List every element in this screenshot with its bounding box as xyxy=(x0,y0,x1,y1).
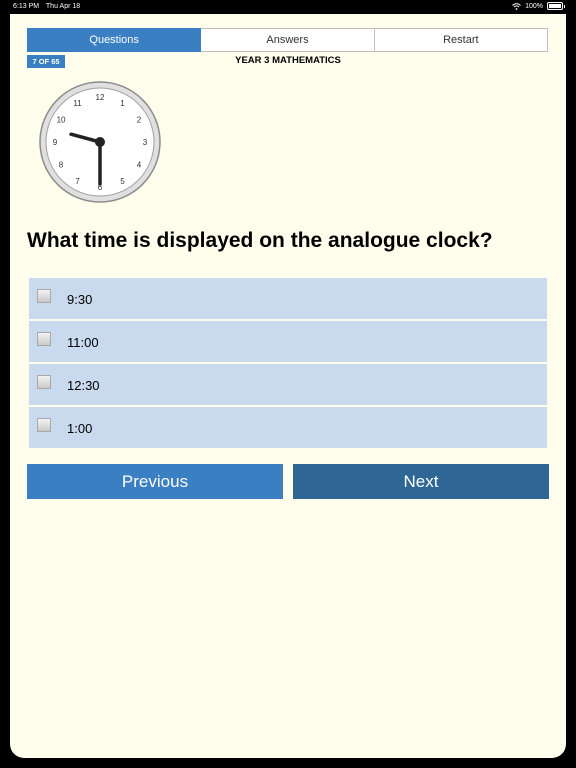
progress-badge: 7 OF 65 xyxy=(27,55,65,68)
option-1-label: 9:30 xyxy=(67,292,93,307)
clock-number: 10 xyxy=(57,116,66,125)
option-2-label: 11:00 xyxy=(67,335,99,350)
status-time: 6:13 PM xyxy=(13,3,40,10)
option-4[interactable]: 1:00 xyxy=(29,407,547,448)
clock-number: 3 xyxy=(143,138,148,147)
clock-number: 5 xyxy=(120,177,125,186)
option-4-label: 1:00 xyxy=(67,421,93,436)
status-bar: 6:13 PM Thu Apr 18 100% xyxy=(0,0,576,14)
status-left: 6:13 PM Thu Apr 18 xyxy=(13,3,85,10)
clock-number: 8 xyxy=(59,161,64,170)
next-button[interactable]: Next xyxy=(293,464,549,499)
clock-number: 4 xyxy=(137,161,142,170)
quiz-title: YEAR 3 MATHEMATICS xyxy=(235,55,341,66)
clock-number: 12 xyxy=(96,93,105,102)
previous-button[interactable]: Previous xyxy=(27,464,283,499)
status-right: 100% xyxy=(512,2,565,10)
option-3[interactable]: 12:30 xyxy=(29,364,547,405)
wifi-icon xyxy=(512,2,521,10)
option-2[interactable]: 11:00 xyxy=(29,321,547,362)
option-4-checkbox[interactable] xyxy=(37,418,51,432)
app-screen: Questions Answers Restart YEAR 3 MATHEMA… xyxy=(10,14,566,758)
option-1-checkbox[interactable] xyxy=(37,289,51,303)
question-text: What time is displayed on the analogue c… xyxy=(27,229,493,252)
option-2-checkbox[interactable] xyxy=(37,332,51,346)
clock-number: 7 xyxy=(75,177,80,186)
battery-fill xyxy=(549,4,561,8)
clock-center-pin xyxy=(95,137,105,147)
clock-number: 11 xyxy=(73,99,82,108)
clock-number: 1 xyxy=(120,99,125,108)
clock-number: 9 xyxy=(53,138,58,147)
tab-questions[interactable]: Questions xyxy=(27,28,202,52)
status-date: Thu Apr 18 xyxy=(45,3,81,10)
battery-percent: 100% xyxy=(525,2,543,10)
tab-bar: Questions Answers Restart xyxy=(27,28,548,52)
battery-icon xyxy=(547,2,565,10)
tab-restart[interactable]: Restart xyxy=(374,28,548,52)
option-1[interactable]: 9:30 xyxy=(29,278,547,319)
tab-answers[interactable]: Answers xyxy=(201,28,375,52)
clock-number: 2 xyxy=(137,116,142,125)
option-3-label: 12:30 xyxy=(67,378,100,393)
option-3-checkbox[interactable] xyxy=(37,375,51,389)
answer-options: 9:30 11:00 12:30 1:00 xyxy=(29,278,547,450)
analogue-clock: 121234567891011 xyxy=(39,81,161,203)
